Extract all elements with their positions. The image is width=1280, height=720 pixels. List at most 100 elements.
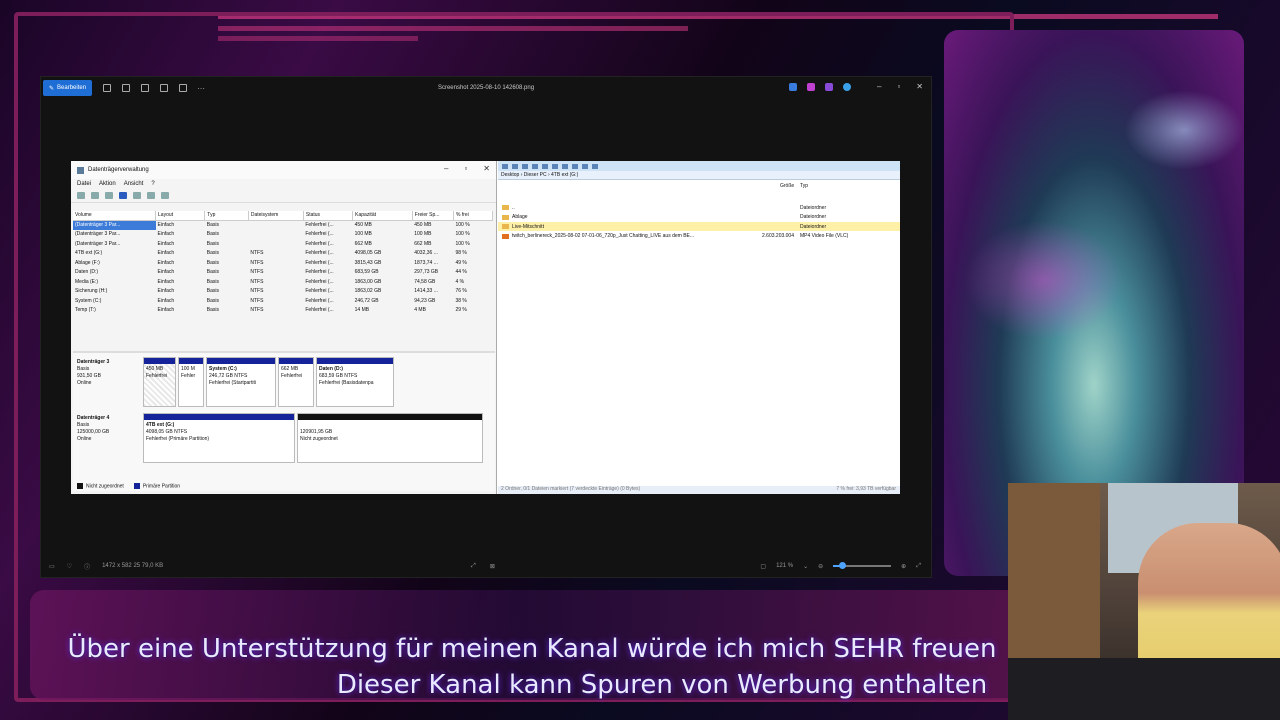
table-row[interactable]: Sicherung (H:) Einfach Basis NTFS Fehlerfrei… [73,287,493,297]
partition[interactable]: 4TB ext (G:) 4098,05 GB NTFS Fehlerfrei (P… [143,413,295,463]
minimize-icon[interactable]: – [877,82,881,91]
properties-icon[interactable] [133,192,141,199]
partition-status: Fehlerfrei (Basisdatenpa [319,380,374,386]
close-icon[interactable]: ✕ [483,164,490,173]
tool-icon[interactable] [512,163,518,169]
subtitle-line-1: Über eine Unterstützung für meinen Kanal… [67,634,997,664]
zoom-out-icon[interactable]: ⊖ [818,563,823,570]
partition[interactable]: Daten (D:) 683,59 GB NTFS Fehlerfrei (Basi… [316,357,394,407]
partition-size: 662 MB [281,366,299,372]
tool-icon[interactable] [592,163,598,169]
table-cell: (Datenträger 3 Par... [75,240,121,247]
check-icon[interactable] [161,192,169,199]
table-row[interactable]: Temp (T:) Einfach Basis NTFS Fehlerfrei (...… [73,306,493,316]
tool-icon[interactable] [522,163,528,169]
app-icon[interactable] [789,83,797,91]
table-row[interactable]: Ablage (F:) Einfach Basis NTFS Fehlerfrei (.… [73,258,493,268]
tool-icon[interactable] [572,163,578,169]
volume-table: Volume Layout Typ Dateisystem Status Kap… [73,211,494,316]
app-icon[interactable] [825,83,833,91]
disk-size: 125000,00 GB [77,429,110,435]
col-freier-speicher[interactable]: Freier Sp... [412,211,454,221]
disk-name: Datenträger 4 [77,415,110,421]
col-kapazitaet[interactable]: Kapazität [352,211,413,221]
table-row[interactable]: (Datenträger 3 Par... Einfach Basis Fehlerf… [73,230,493,240]
table-row[interactable]: (Datenträger 3 Par... Einfach Basis Fehlerf… [73,239,493,249]
col-layout[interactable]: Layout [155,211,206,221]
address-bar[interactable]: Desktop › Dieser PC › 4TB ext (G:) [498,171,900,180]
col-type[interactable]: Typ [800,183,808,189]
tool-icon[interactable] [542,163,548,169]
table-row[interactable]: Daten (D:) Einfach Basis NTFS Fehlerfrei (..… [73,268,493,278]
tool-icon[interactable] [532,163,538,169]
table-row[interactable]: (Datenträger 3 Par... Einfach Basis Fehlerf… [73,220,493,230]
table-cell: 100 MB [354,231,372,238]
disk-graph-area: Datenträger 3 Basis 931,50 GB Online 450… [73,351,495,491]
partition[interactable]: 120901,95 GB Nicht zugeordnet [297,413,483,463]
favorite-icon[interactable]: ♡ [67,563,72,570]
zoom-slider[interactable] [833,562,892,569]
disk-4-row[interactable]: Datenträger 4 Basis 125000,00 GB Online … [73,413,493,467]
fm-header: Größe Typ [498,183,900,193]
partition[interactable]: 450 MB Fehlerfrei [143,357,176,407]
zoom-in-icon[interactable]: ⊕ [901,563,906,570]
partition[interactable]: System (C:) 246,72 GB NTFS Fehlerfrei (Sta… [206,357,276,407]
table-cell: NTFS [250,307,264,314]
table-cell: Basis [206,278,220,285]
status-right: 7 % frei: 3,93 TB verfügbar [836,486,896,492]
list-item[interactable]: Live-Mitschnitt Dateiordner [498,222,900,231]
col-typ[interactable]: Typ [204,211,249,221]
disk-management-window: Datenträgerverwaltung – ▫ ✕ Datei Aktion… [71,161,497,494]
table-cell [248,239,303,249]
table-cell: NTFS [250,259,264,266]
partition[interactable]: 662 MB Fehlerfrei [278,357,314,407]
menu-datei[interactable]: Datei [77,181,91,187]
back-icon[interactable] [77,192,85,199]
col-volume[interactable]: Volume [73,211,157,221]
table-cell: Einfach [157,250,175,257]
menu-help[interactable]: ? [151,181,154,187]
list-item[interactable]: Ablage Dateiordner [498,213,900,222]
close-icon[interactable]: ✕ [916,82,923,91]
table-cell: Basis [206,222,220,228]
list-icon[interactable] [105,192,113,199]
fullscreen-icon[interactable]: ⤢ [916,563,921,570]
list-item[interactable]: .. Dateiordner [498,203,900,212]
maximize-icon[interactable]: ▫ [464,164,467,173]
app-icon[interactable] [807,83,815,91]
actual-size-icon[interactable]: ⊠ [490,563,495,570]
tool-icon[interactable] [502,163,508,169]
tool-icon[interactable] [552,163,558,169]
table-row[interactable]: Media (E:) Einfach Basis NTFS Fehlerfrei (..… [73,277,493,287]
minimize-icon[interactable]: – [444,164,448,173]
list-item[interactable]: twitch_berlinereck_2025-08-02 07-01-06_7… [498,232,900,241]
zoom-level[interactable]: 121 % [776,563,793,569]
help-icon[interactable] [119,192,127,199]
tool-icon[interactable] [562,163,568,169]
disk-3-row[interactable]: Datenträger 3 Basis 931,50 GB Online 450… [73,357,493,411]
file-name: twitch_berlinereck_2025-08-02 07-01-06_7… [512,233,695,239]
col-prozent-frei[interactable]: % frei [453,211,494,221]
col-size[interactable]: Größe [780,183,794,189]
forward-icon[interactable] [91,192,99,199]
table-row[interactable]: 4TB ext (G:) Einfach Basis NTFS Fehlerfrei (… [73,249,493,259]
tool-icon[interactable] [582,163,588,169]
zoom-dropdown-icon[interactable]: ⌄ [803,563,808,570]
maximize-icon[interactable]: ▫ [897,82,900,91]
col-status[interactable]: Status [303,211,354,221]
filmstrip-icon[interactable]: ▭ [49,563,55,570]
partition[interactable]: 100 M Fehler [178,357,204,407]
menu-aktion[interactable]: Aktion [99,181,116,187]
file-name: .. [512,204,515,211]
fit-icon[interactable]: ⤢ [471,563,476,570]
zoom-slider-knob[interactable] [838,562,846,569]
col-dateisystem[interactable]: Dateisystem [248,211,304,221]
folder-icon [502,214,509,220]
info-icon[interactable]: ⓘ [84,562,90,571]
table-cell: 74,58 GB [414,278,436,285]
table-row[interactable]: System (C:) Einfach Basis NTFS Fehlerfrei (.… [73,296,493,306]
refresh-icon[interactable] [147,192,155,199]
cloud-icon[interactable] [843,83,851,91]
view-mode-icon[interactable]: ▢ [760,563,766,570]
menu-ansicht[interactable]: Ansicht [124,181,144,187]
